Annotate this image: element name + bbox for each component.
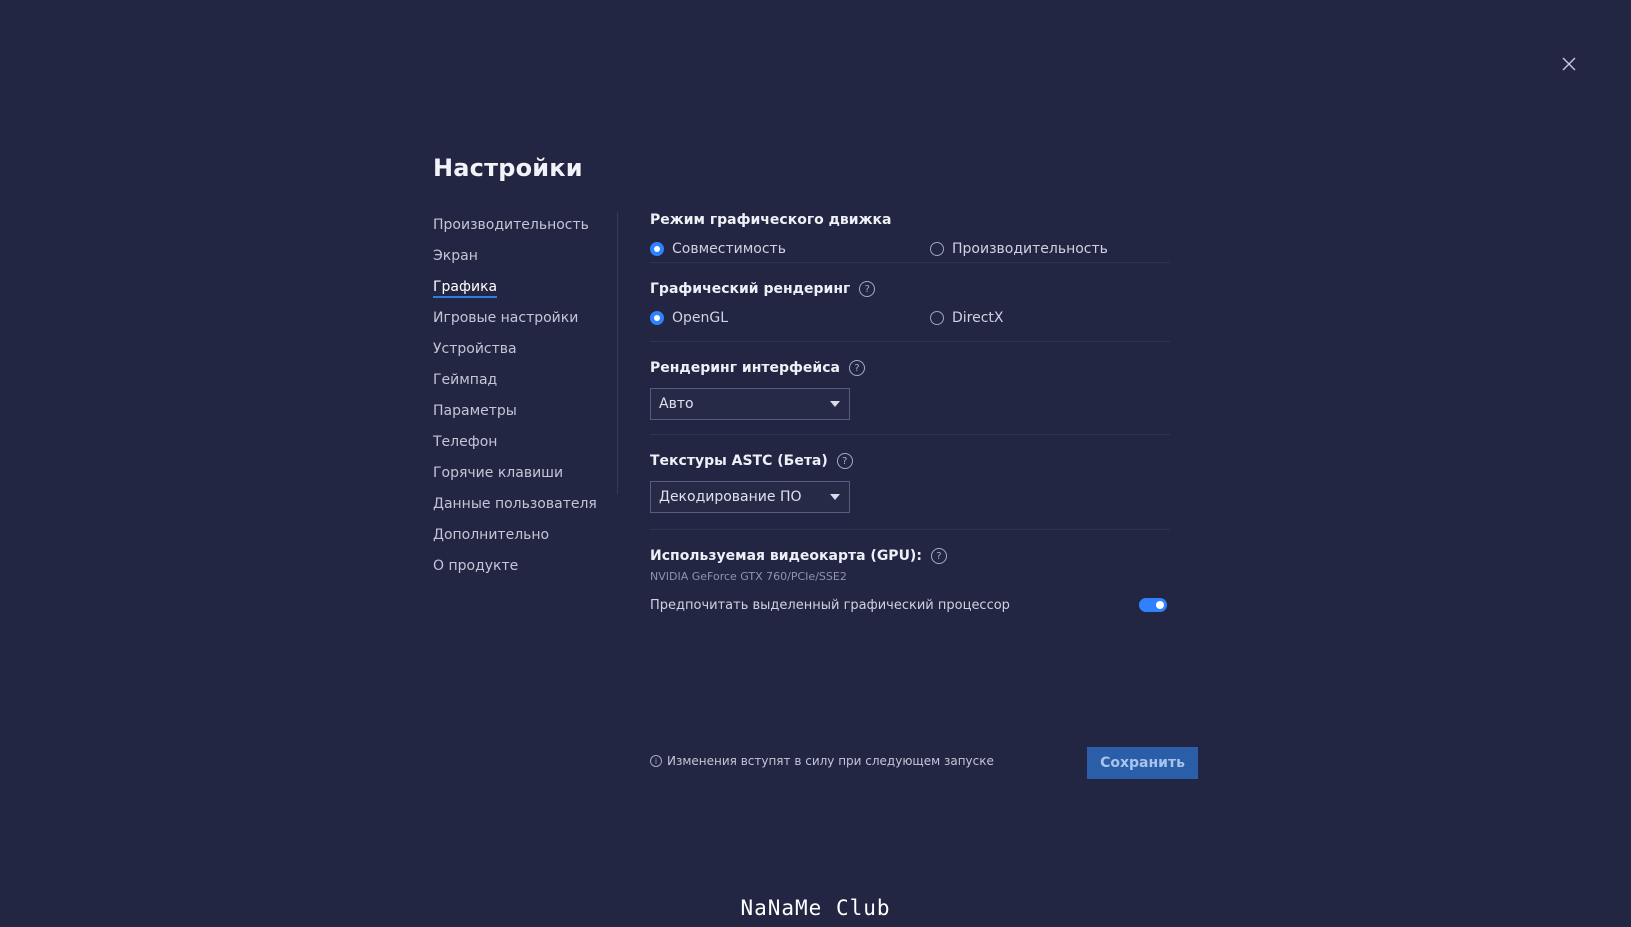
sidebar-item-parameters[interactable]: Параметры xyxy=(433,400,613,431)
sidebar-item-game-settings[interactable]: Игровые настройки xyxy=(433,307,613,338)
watermark-logo: NaNaMe Club xyxy=(740,896,891,920)
rendering-directx-radio[interactable]: DirectX xyxy=(930,310,1004,326)
graphics-rendering-section: Графический рендеринг ? OpenGL DirectX xyxy=(650,263,1170,341)
graphics-settings-panel: Режим графического движка Совместимость … xyxy=(650,210,1170,616)
interface-rendering-section: Рендеринг интерфейса ? Авто xyxy=(650,342,1170,434)
radio-label: OpenGL xyxy=(672,310,729,326)
sidebar-item-user-data[interactable]: Данные пользователя xyxy=(433,493,613,524)
sidebar-item-graphics[interactable]: Графика xyxy=(433,276,613,307)
engine-mode-title: Режим графического движка xyxy=(650,212,892,228)
page-title: Настройки xyxy=(433,154,583,182)
sidebar-item-performance[interactable]: Производительность xyxy=(433,214,613,245)
interface-rendering-select[interactable]: Авто xyxy=(650,388,850,420)
gpu-name: NVIDIA GeForce GTX 760/PCIe/SSE2 xyxy=(650,570,847,583)
engine-mode-compat-radio[interactable]: Совместимость xyxy=(650,241,930,257)
graphics-rendering-title: Графический рендеринг xyxy=(650,281,851,297)
radio-label: DirectX xyxy=(952,310,1004,326)
astc-textures-title: Текстуры ASTC (Бета) xyxy=(650,453,828,469)
radio-unselected-icon xyxy=(930,242,944,256)
sidebar-item-about[interactable]: О продукте xyxy=(433,555,613,586)
gpu-section: Используемая видеокарта (GPU): ? NVIDIA … xyxy=(650,530,1170,616)
interface-rendering-title: Рендеринг интерфейса xyxy=(650,360,840,376)
close-icon xyxy=(1562,57,1576,71)
radio-unselected-icon xyxy=(930,311,944,325)
radio-label: Производительность xyxy=(952,241,1108,257)
settings-sidebar: Производительность Экран Графика Игровые… xyxy=(433,214,613,586)
engine-mode-performance-radio[interactable]: Производительность xyxy=(930,241,1108,257)
sidebar-item-devices[interactable]: Устройства xyxy=(433,338,613,369)
chevron-down-icon xyxy=(830,494,840,500)
prefer-dedicated-gpu-label: Предпочитать выделенный графический проц… xyxy=(650,597,1010,613)
graphics-rendering-options: OpenGL DirectX xyxy=(650,308,1170,328)
close-button[interactable] xyxy=(1557,52,1581,76)
engine-mode-options: Совместимость Производительность xyxy=(650,239,1170,259)
select-value: Декодирование ПО xyxy=(659,489,802,505)
chevron-down-icon xyxy=(830,401,840,407)
restart-notice: i Изменения вступят в силу при следующем… xyxy=(650,754,994,768)
sidebar-divider xyxy=(617,212,618,494)
radio-selected-icon xyxy=(650,311,664,325)
help-icon[interactable]: ? xyxy=(836,453,853,469)
settings-screen: Настройки Производительность Экран Графи… xyxy=(0,0,1631,927)
engine-mode-section: Режим графического движка Совместимость … xyxy=(650,210,1170,262)
astc-textures-section: Текстуры ASTC (Бета) ? Декодирование ПО xyxy=(650,435,1170,529)
sidebar-item-phone[interactable]: Телефон xyxy=(433,431,613,462)
toggle-knob xyxy=(1156,601,1164,609)
prefer-dedicated-gpu-toggle[interactable] xyxy=(1139,598,1167,612)
sidebar-item-display[interactable]: Экран xyxy=(433,245,613,276)
sidebar-item-hotkeys[interactable]: Горячие клавиши xyxy=(433,462,613,493)
help-icon[interactable]: ? xyxy=(930,548,947,564)
restart-notice-text: Изменения вступят в силу при следующем з… xyxy=(667,754,994,768)
astc-textures-select[interactable]: Декодирование ПО xyxy=(650,481,850,513)
gpu-title: Используемая видеокарта (GPU): xyxy=(650,548,922,564)
help-icon[interactable]: ? xyxy=(848,360,865,376)
radio-label: Совместимость xyxy=(672,241,786,257)
rendering-opengl-radio[interactable]: OpenGL xyxy=(650,310,930,326)
info-icon: i xyxy=(650,755,662,767)
select-value: Авто xyxy=(659,396,694,412)
help-icon[interactable]: ? xyxy=(859,281,876,297)
prefer-dedicated-gpu-row: Предпочитать выделенный графический проц… xyxy=(650,594,1170,616)
radio-selected-icon xyxy=(650,242,664,256)
sidebar-item-advanced[interactable]: Дополнительно xyxy=(433,524,613,555)
save-button[interactable]: Сохранить xyxy=(1087,747,1198,779)
sidebar-item-gamepad[interactable]: Геймпад xyxy=(433,369,613,400)
